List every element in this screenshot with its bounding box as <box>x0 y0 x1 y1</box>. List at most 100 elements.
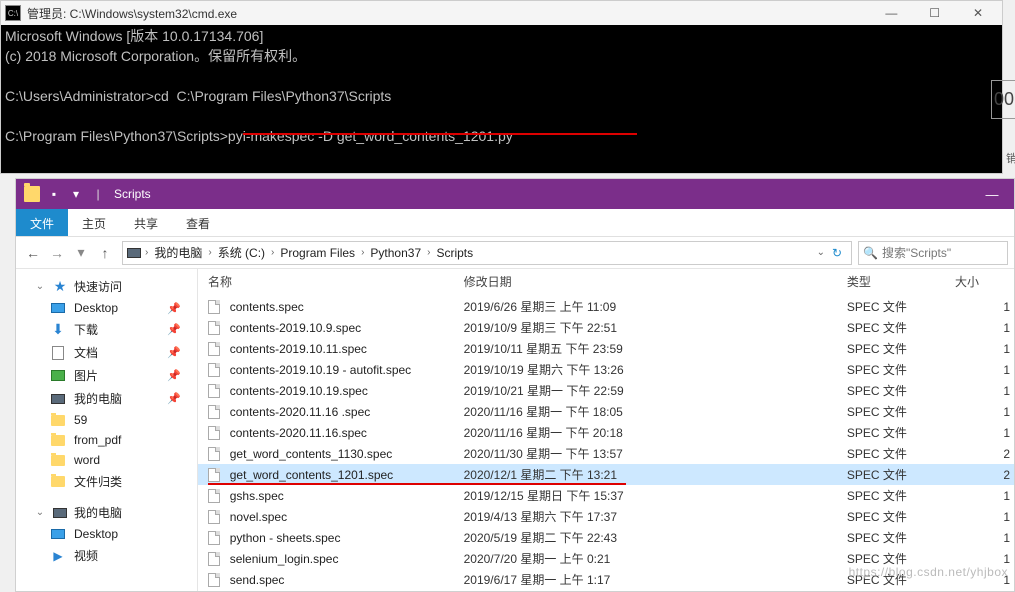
column-headers[interactable]: 名称 修改日期 类型 大小 <box>198 269 1014 296</box>
file-row[interactable]: contents-2019.10.19 - autofit.spec2019/1… <box>198 359 1014 380</box>
column-name[interactable]: 名称 <box>208 273 464 290</box>
file-type: SPEC 文件 <box>847 466 955 483</box>
cmd-title: 管理员: C:\Windows\system32\cmd.exe <box>27 5 871 22</box>
file-size: 1 <box>955 426 1014 440</box>
chevron-right-icon[interactable]: › <box>427 247 430 258</box>
nav-recent-dropdown[interactable]: ▾ <box>70 242 92 264</box>
file-name: send.spec <box>230 573 464 587</box>
chevron-right-icon[interactable]: › <box>361 247 364 258</box>
cmd-terminal[interactable]: Microsoft Windows [版本 10.0.17134.706] (c… <box>1 25 1002 173</box>
file-icon <box>208 468 224 482</box>
sidebar-item-folder[interactable]: 59 <box>16 410 197 430</box>
file-date: 2019/10/11 星期五 下午 23:59 <box>464 340 847 357</box>
nav-back-button[interactable]: ← <box>22 242 44 264</box>
cmd-titlebar[interactable]: C:\ 管理员: C:\Windows\system32\cmd.exe — ☐… <box>1 1 1002 25</box>
sidebar-item-pictures[interactable]: 图片📌 <box>16 364 197 387</box>
sidebar-quick-access[interactable]: ⌄★快速访问 <box>16 275 197 298</box>
file-row[interactable]: contents-2020.11.16 .spec2020/11/16 星期一 … <box>198 401 1014 422</box>
file-date: 2020/7/20 星期一 上午 0:21 <box>464 550 847 567</box>
file-row[interactable]: contents.spec2019/6/26 星期三 上午 11:09SPEC … <box>198 296 1014 317</box>
maximize-button[interactable]: ☐ <box>915 6 955 20</box>
minimize-button[interactable]: — <box>970 187 1014 202</box>
tab-file[interactable]: 文件 <box>16 209 68 236</box>
file-date: 2019/10/9 星期三 下午 22:51 <box>464 319 847 336</box>
file-row[interactable]: contents-2019.10.19.spec2019/10/21 星期一 下… <box>198 380 1014 401</box>
file-icon <box>208 531 224 545</box>
tab-home[interactable]: 主页 <box>68 209 120 236</box>
file-size: 1 <box>955 384 1014 398</box>
file-name: contents-2019.10.11.spec <box>230 342 464 356</box>
minimize-button[interactable]: — <box>871 6 911 20</box>
file-date: 2020/11/16 星期一 下午 18:05 <box>464 403 847 420</box>
file-type: SPEC 文件 <box>847 340 955 357</box>
tab-view[interactable]: 查看 <box>172 209 224 236</box>
file-row[interactable]: python - sheets.spec2020/5/19 星期二 下午 22:… <box>198 527 1014 548</box>
file-date: 2019/6/26 星期三 上午 11:09 <box>464 298 847 315</box>
explorer-window: ▪ ▾ | Scripts — 文件 主页 共享 查看 ← → ▾ ↑ › 我的… <box>15 178 1015 592</box>
file-size: 1 <box>955 363 1014 377</box>
file-row[interactable]: contents-2019.10.11.spec2019/10/11 星期五 下… <box>198 338 1014 359</box>
annotation-underline <box>243 133 637 135</box>
sidebar-item-documents[interactable]: 文档📌 <box>16 341 197 364</box>
chevron-right-icon[interactable]: › <box>145 247 148 258</box>
sidebar-item-mypc[interactable]: 我的电脑📌 <box>16 387 197 410</box>
search-placeholder: 搜索"Scripts" <box>882 244 951 261</box>
refresh-button[interactable]: ↻ <box>827 246 847 260</box>
sidebar-this-pc[interactable]: ⌄我的电脑 <box>16 501 197 524</box>
chevron-right-icon[interactable]: › <box>271 247 274 258</box>
sidebar-item-downloads[interactable]: ⬇下载📌 <box>16 318 197 341</box>
file-row[interactable]: contents-2019.10.9.spec2019/10/9 星期三 下午 … <box>198 317 1014 338</box>
file-row[interactable]: contents-2020.11.16.spec2020/11/16 星期一 下… <box>198 422 1014 443</box>
breadcrumb-seg[interactable]: Python37 <box>366 246 425 260</box>
explorer-titlebar[interactable]: ▪ ▾ | Scripts — <box>16 179 1014 209</box>
file-icon <box>208 405 224 419</box>
qat-dropdown-icon[interactable]: ▾ <box>68 186 84 202</box>
chevron-right-icon[interactable]: › <box>208 247 211 258</box>
pin-icon: 📌 <box>167 346 181 359</box>
close-button[interactable]: ✕ <box>958 6 998 20</box>
column-type[interactable]: 类型 <box>847 273 955 290</box>
breadcrumb[interactable]: › 我的电脑 › 系统 (C:) › Program Files › Pytho… <box>122 241 852 265</box>
file-icon <box>208 363 224 377</box>
sidebar-item-desktop[interactable]: Desktop <box>16 524 197 544</box>
file-icon <box>208 573 224 587</box>
breadcrumb-dropdown[interactable]: ⌄ <box>817 247 825 258</box>
search-input[interactable]: 🔍 搜索"Scripts" <box>858 241 1008 265</box>
breadcrumb-drive[interactable]: 系统 (C:) <box>214 244 269 261</box>
file-name: contents-2019.10.19 - autofit.spec <box>230 363 464 377</box>
file-row[interactable]: get_word_contents_1130.spec2020/11/30 星期… <box>198 443 1014 464</box>
file-type: SPEC 文件 <box>847 382 955 399</box>
file-row[interactable]: novel.spec2019/4/13 星期六 下午 17:37SPEC 文件1 <box>198 506 1014 527</box>
sidebar-item-folder[interactable]: from_pdf <box>16 430 197 450</box>
sidebar-item-desktop[interactable]: Desktop📌 <box>16 298 197 318</box>
file-size: 1 <box>955 510 1014 524</box>
file-date: 2019/12/15 星期日 下午 15:37 <box>464 487 847 504</box>
file-type: SPEC 文件 <box>847 319 955 336</box>
file-row[interactable]: get_word_contents_1201.spec2020/12/1 星期二… <box>198 464 1014 485</box>
file-icon <box>208 510 224 524</box>
breadcrumb-seg[interactable]: Program Files <box>276 246 359 260</box>
file-date: 2020/5/19 星期二 下午 22:43 <box>464 529 847 546</box>
tab-share[interactable]: 共享 <box>120 209 172 236</box>
nav-forward-button[interactable]: → <box>46 242 68 264</box>
file-list: contents.spec2019/6/26 星期三 上午 11:09SPEC … <box>198 296 1014 590</box>
nav-up-button[interactable]: ↑ <box>94 242 116 264</box>
file-size: 1 <box>955 489 1014 503</box>
file-type: SPEC 文件 <box>847 298 955 315</box>
sidebar-item-folder[interactable]: word <box>16 450 197 470</box>
pin-icon: 📌 <box>167 302 181 315</box>
address-bar-row: ← → ▾ ↑ › 我的电脑 › 系统 (C:) › Program Files… <box>16 237 1014 269</box>
file-name: contents-2020.11.16 .spec <box>230 405 464 419</box>
file-date: 2020/11/16 星期一 下午 20:18 <box>464 424 847 441</box>
breadcrumb-root[interactable]: 我的电脑 <box>150 244 206 261</box>
breadcrumb-seg[interactable]: Scripts <box>432 246 477 260</box>
file-row[interactable]: gshs.spec2019/12/15 星期日 下午 15:37SPEC 文件1 <box>198 485 1014 506</box>
qat-properties-icon[interactable]: ▪ <box>46 186 62 202</box>
column-date[interactable]: 修改日期 <box>464 273 847 290</box>
sidebar-item-video[interactable]: ▶视频 <box>16 544 197 567</box>
sidebar-item-folder[interactable]: 文件归类 <box>16 470 197 493</box>
file-icon <box>208 489 224 503</box>
file-date: 2019/6/17 星期一 上午 1:17 <box>464 571 847 588</box>
column-size[interactable]: 大小 <box>955 273 1014 290</box>
partial-number: 00 <box>991 80 1015 119</box>
